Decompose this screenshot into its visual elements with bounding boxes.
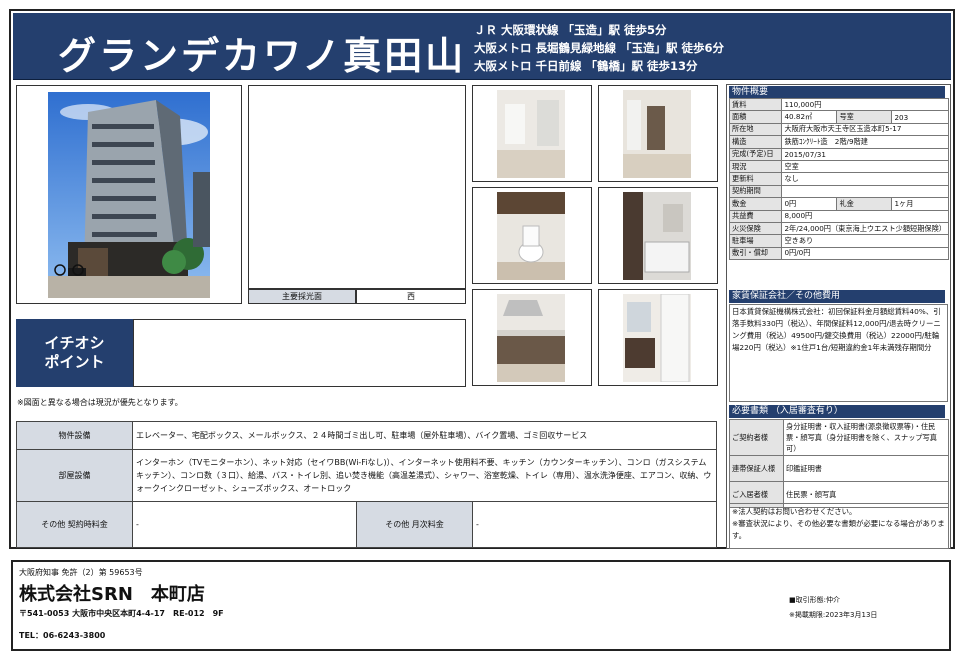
pickup-point-content [133, 319, 466, 387]
room-facilities-value: インターホン（TVモニターホン）、ネット対応（セイワBB(Wi-Fiなし)）、イ… [132, 449, 717, 502]
other-contract-fee-label: その他 契約時料金 [16, 501, 133, 548]
room-no-value: 203 [891, 110, 949, 124]
station-line-2: 大阪メトロ 長堀鶴見緑地線 「玉造」駅 徒歩6分 [474, 41, 725, 55]
bedroom-photo [623, 90, 691, 178]
living-room-photo [497, 90, 565, 178]
listing-expiry: ※掲載期限:2023年3月13日 [789, 611, 878, 619]
renewal-fee-label: 更新料 [728, 172, 783, 186]
guarantee-heading: 家賃保証会社／その他費用 [729, 290, 945, 303]
building-facilities-label: 物件設備 [16, 421, 133, 450]
common-fee-value: 8,000円 [781, 209, 949, 223]
renewal-fee-value: なし [781, 172, 949, 186]
other-monthly-fee-value: - [472, 501, 717, 548]
license-number: 大阪府知事 免許（2）第 59653号 [19, 568, 143, 577]
deduction-label: 敷引・償却 [728, 246, 783, 261]
rent-label: 賃料 [728, 97, 783, 112]
fire-insurance-label: 火災保険 [728, 221, 783, 236]
documents-table: ご契約者様 身分証明書・収入証明書(源泉徴収票等)・住民票・顔写真（身分証明書を除… [729, 419, 949, 508]
key-money-label: 礼金 [836, 197, 893, 211]
deposit-value: 0円 [781, 197, 838, 211]
applicant-docs-value: 身分証明書・収入証明書(源泉徴収票等)・住民票・顔写真（身分証明書を除く、スナッ… [783, 419, 949, 456]
guarantor-docs-value: 印鑑証明書 [783, 455, 949, 482]
kitchen-photo [497, 294, 565, 382]
station-line-3: 大阪メトロ 千日前線 「鶴橋」駅 徒歩13分 [474, 59, 698, 73]
address-value: 大阪府大阪市天王寺区玉造本町5-17 [781, 122, 949, 137]
contract-period-value [781, 184, 949, 199]
documents-notes: ※法人契約はお問い合わせください。 ※審査状況により、その他必要な書類が必要にな… [729, 503, 949, 549]
floor-plan-area [248, 85, 466, 289]
bathroom-photo [623, 192, 691, 280]
other-monthly-fee-label: その他 月次料金 [356, 501, 473, 548]
facilities-table: 物件設備 エレベーター、宅配ボックス、メールボックス、２４時間ゴミ出し可、駐車場… [16, 421, 717, 548]
pickup-label-line2: ポイント [44, 353, 105, 371]
toilet-photo [497, 192, 565, 280]
transaction-type: ■取引形態:仲介 [789, 596, 840, 604]
fire-insurance-value: 2年/24,000円（東京海上ウエスト少額短期保険） [781, 221, 949, 236]
building-facilities-value: エレベーター、宅配ボックス、メールボックス、２４時間ゴミ出し可、駐車場（屋外駐車… [132, 421, 717, 450]
main-light-label: 主要採光面 [282, 292, 322, 301]
image-priority-notice: ※図面と異なる場合は現況が優先となります。 [17, 398, 183, 407]
common-fee-label: 共益費 [728, 209, 783, 223]
parking-value: 空きあり [781, 234, 949, 248]
main-light-value: 西 [407, 292, 415, 301]
deduction-value: 0円/0円 [781, 246, 949, 261]
documents-heading: 必要書類 （入居審査有り） [729, 405, 945, 418]
deposit-label: 敷金 [728, 197, 783, 211]
structure-label: 構造 [728, 135, 783, 149]
room-no-label: 号室 [836, 110, 893, 124]
built-date-value: 2015/07/31 [781, 147, 949, 161]
parking-label: 駐車場 [728, 234, 783, 248]
structure-value: 鉄筋ｺﾝｸﾘｰﾄ造 2階/9階建 [781, 135, 949, 149]
documents-note-2: ※審査状況により、その他必要な書類が必要になる場合があります。 [732, 519, 945, 540]
pickup-label-line1: イチオシ [44, 334, 105, 352]
property-name: グランデカワノ真田山 [58, 34, 467, 78]
documents-note-1: ※法人契約はお問い合わせください。 [732, 507, 857, 516]
station-line-1: ＪＲ 大阪環状線 「玉造」駅 徒歩5分 [474, 23, 667, 37]
other-contract-fee-value: - [132, 501, 357, 548]
rent-value: 110,000円 [781, 97, 949, 112]
area-label: 面積 [728, 110, 783, 124]
key-money-value: 1ヶ月 [891, 197, 949, 211]
status-label: 現況 [728, 159, 783, 174]
status-value: 空室 [781, 159, 949, 174]
built-date-label: 完成(予定)日 [728, 147, 783, 161]
guarantee-text: 日本賃貸保証機構株式会社：初回保証料金月額総賃料40%、引落手数料330円（税込… [729, 304, 948, 402]
applicant-docs-label: ご契約者様 [729, 419, 784, 456]
contract-period-label: 契約期間 [728, 184, 783, 199]
guarantor-docs-label: 連帯保証人様 [729, 455, 784, 482]
building-exterior-photo [48, 92, 210, 298]
company-phone: TEL：06-6243-3800 [19, 631, 106, 640]
agency-footer: 大阪府知事 免許（2）第 59653号 株式会社SRN 本町店 〒541-005… [11, 560, 951, 651]
address-label: 所在地 [728, 122, 783, 137]
area-value: 40.82㎡ [781, 110, 838, 124]
room-facilities-label: 部屋設備 [16, 449, 133, 502]
company-address: 〒541-0053 大阪市中央区本町4-4-17 RE-012 9F [19, 609, 224, 618]
company-name: 株式会社SRN 本町店 [19, 584, 205, 605]
washroom-photo [623, 294, 691, 382]
summary-table: 賃料 110,000円 面積 40.82㎡ 号室 203 所在地 大阪府大阪市天王寺区玉造… [728, 97, 949, 261]
pickup-point-label: イチオシ ポイント [16, 319, 133, 387]
